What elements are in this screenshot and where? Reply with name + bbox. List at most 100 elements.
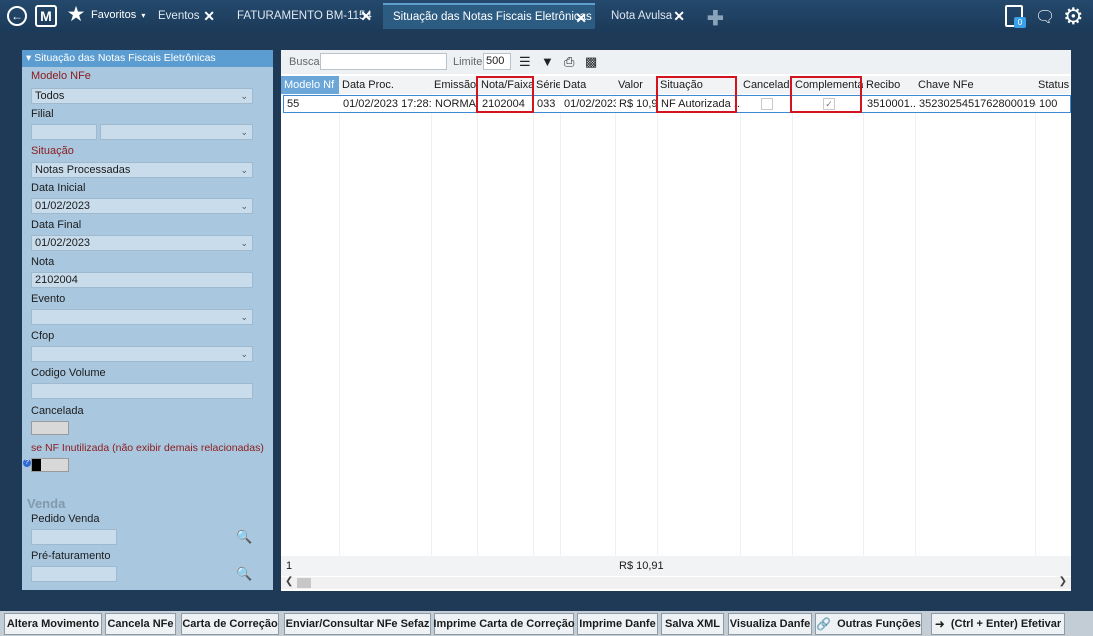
modelo-nfe-value: Todos — [35, 90, 65, 102]
filter-panel: ▾ Situação das Notas Fiscais Eletrônicas… — [22, 50, 273, 590]
horizontal-scrollbar[interactable]: ❮ ❯ — [281, 576, 1071, 589]
imprime-danfe-button[interactable]: Imprime Danfe — [577, 613, 658, 635]
chevron-down-icon: ▾ — [141, 11, 146, 20]
favorites-label: Favoritos — [91, 9, 137, 21]
gear-icon[interactable]: ⚙ — [1063, 3, 1084, 30]
cell-data: 01/02/2023 — [564, 98, 616, 110]
cancelada-label: Cancelada — [31, 405, 84, 417]
visualiza-danfe-button[interactable]: Visualiza Danfe — [728, 613, 812, 635]
close-icon[interactable]: ✕ — [673, 8, 685, 25]
col-recibo[interactable]: Recibo — [863, 76, 915, 94]
inutilizada-toggle[interactable] — [31, 458, 69, 472]
data-inicial-picker[interactable]: 01/02/2023 ⌄ — [31, 198, 253, 214]
codigo-volume-input[interactable] — [31, 383, 253, 399]
chevron-down-icon: ⌄ — [240, 127, 248, 137]
situacao-select[interactable]: Notas Processadas ⌄ — [31, 162, 253, 178]
col-data[interactable]: Data — [560, 76, 615, 94]
limit-input[interactable]: 500 — [483, 53, 511, 70]
grid-toolbar: Buscar Limite 500 ☰ ▼ ⎙ ▩ — [281, 50, 1071, 74]
nfe-grid: Buscar Limite 500 ☰ ▼ ⎙ ▩ Modelo Nf Data… — [281, 50, 1071, 591]
pedido-venda-label: Pedido Venda — [31, 513, 100, 525]
chevron-left-icon[interactable]: ❮ — [285, 576, 293, 587]
search-icon[interactable]: 🔍 — [236, 566, 252, 582]
chat-icon[interactable]: 🗨 — [1035, 7, 1055, 27]
col-valor[interactable]: Valor — [615, 76, 657, 94]
app-logo-icon[interactable]: M — [35, 5, 57, 27]
pedido-venda-input[interactable] — [31, 529, 117, 545]
close-icon[interactable]: ✕ — [203, 8, 215, 25]
tab-faturamento[interactable]: FATURAMENTO BM-1154 ✕ — [227, 3, 380, 29]
filial-label: Filial — [31, 108, 54, 120]
enviar-consultar-sefaz-button[interactable]: Enviar/Consultar NFe Sefaz — [284, 613, 431, 635]
situacao-value: Notas Processadas — [35, 164, 131, 176]
sort-rows-icon[interactable]: ☰ — [519, 54, 531, 70]
tab-situacao-nfe[interactable]: Situação das Notas Fiscais Eletrônicas ✕ — [383, 3, 595, 29]
cancelada-checkbox[interactable] — [761, 98, 773, 110]
filter-icon[interactable]: ▼ — [541, 54, 554, 69]
favorites-star-icon[interactable]: ★ — [66, 3, 86, 26]
column-divider — [477, 94, 478, 555]
data-final-picker[interactable]: 01/02/2023 ⌄ — [31, 235, 253, 251]
help-icon[interactable]: ? — [23, 459, 31, 467]
cell-chave-nfe: 35230254517628000198550 — [919, 98, 1036, 110]
data-inicial-label: Data Inicial — [31, 182, 86, 194]
chevron-down-icon: ⌄ — [240, 238, 248, 248]
tab-eventos[interactable]: Eventos ✕ — [148, 3, 223, 29]
print-icon[interactable]: ⎙ — [564, 54, 574, 70]
outras-funcoes-button[interactable]: 🔗 Outras Funções — [815, 613, 922, 635]
back-arrow-icon[interactable]: ← — [7, 6, 27, 26]
scrollbar-thumb[interactable] — [297, 578, 311, 588]
row-count: 1 — [286, 560, 293, 572]
col-chave-nfe[interactable]: Chave NFe — [915, 76, 1035, 94]
cancela-nfe-button[interactable]: Cancela NFe — [105, 613, 176, 635]
column-divider — [431, 94, 432, 555]
search-icon[interactable]: 🔍 — [236, 529, 252, 545]
arrow-right-circle-icon: ➜ — [934, 617, 945, 631]
col-emissao[interactable]: Emissão — [431, 76, 477, 94]
venda-section-title: Venda — [27, 496, 66, 511]
col-data-proc[interactable]: Data Proc. — [339, 76, 431, 94]
evento-select[interactable]: ⌄ — [31, 309, 253, 325]
cfop-select[interactable]: ⌄ — [31, 346, 253, 362]
highlight-situacao — [656, 76, 737, 113]
filter-panel-title[interactable]: ▾ Situação das Notas Fiscais Eletrônicas — [22, 50, 273, 67]
highlight-complementar — [790, 76, 862, 113]
tab-label: Nota Avulsa — [611, 10, 673, 22]
col-status[interactable]: Status — [1035, 76, 1071, 94]
filial-code-input[interactable] — [31, 124, 97, 140]
column-divider — [740, 94, 741, 555]
imprime-carta-correcao-button[interactable]: Imprime Carta de Correção — [433, 613, 575, 635]
modelo-nfe-select[interactable]: Todos ⌄ — [31, 88, 253, 104]
search-input[interactable] — [320, 53, 447, 70]
search-label: Buscar — [289, 56, 324, 68]
close-icon[interactable]: ✕ — [360, 8, 372, 25]
pre-faturamento-input[interactable] — [31, 566, 117, 582]
chevron-right-icon[interactable]: ❯ — [1059, 576, 1067, 587]
data-inicial-value: 01/02/2023 — [35, 200, 91, 212]
favorites-menu[interactable]: Favoritos ▾ — [91, 9, 145, 21]
salva-xml-button[interactable]: Salva XML — [661, 613, 724, 635]
export-icon[interactable]: ▩ — [585, 54, 597, 70]
add-tab-icon[interactable]: ✚ — [707, 6, 724, 31]
tab-nota-avulsa[interactable]: Nota Avulsa ✕ — [601, 3, 693, 29]
filial-select[interactable]: ⌄ — [100, 124, 253, 140]
grid-footer: 1 R$ 10,91 — [281, 556, 1071, 576]
efetivar-button[interactable]: ➜ (Ctrl + Enter) Efetivar — [931, 613, 1065, 635]
top-bar: ← M ★ Favoritos ▾ Eventos ✕ FATURAMENTO … — [0, 0, 1093, 32]
chevron-down-icon: ⌄ — [240, 312, 248, 322]
nota-input[interactable]: 2102004 — [31, 272, 253, 288]
cfop-label: Cfop — [31, 330, 55, 342]
cell-emissao: NORMAL — [435, 98, 478, 110]
cancelada-toggle[interactable] — [31, 421, 69, 435]
column-divider — [560, 94, 561, 555]
link-icon: 🔗 — [816, 617, 832, 631]
inutilizada-label: se NF Inutilizada (não exibir demais rel… — [31, 442, 264, 454]
chevron-down-icon: ⌄ — [240, 201, 248, 211]
col-modelo-nf[interactable]: Modelo Nf — [281, 76, 339, 94]
col-serie[interactable]: Série — [533, 76, 560, 94]
chevron-down-icon: ⌄ — [240, 349, 248, 359]
close-icon[interactable]: ✕ — [575, 10, 587, 27]
col-cancelada[interactable]: Cancelada — [740, 76, 792, 94]
carta-correcao-button[interactable]: Carta de Correção — [181, 613, 279, 635]
altera-movimento-button[interactable]: Altera Movimento — [4, 613, 102, 635]
